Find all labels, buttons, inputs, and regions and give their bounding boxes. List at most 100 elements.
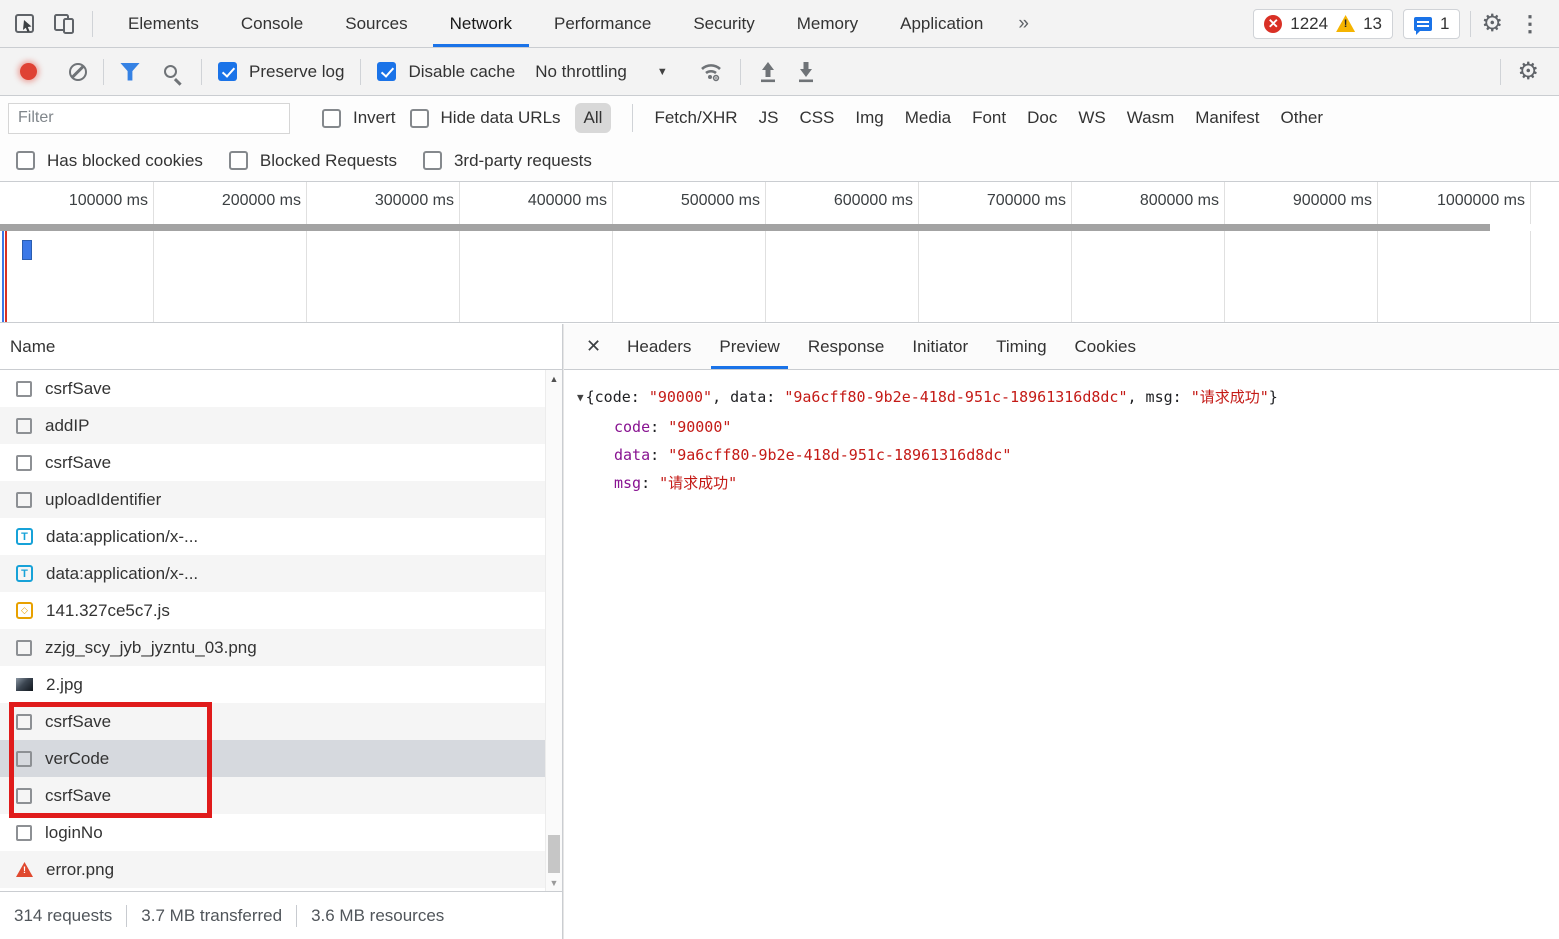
timeline-ruler[interactable]: 100000 ms200000 ms300000 ms400000 ms5000…	[0, 182, 1559, 224]
ruler-tick: 600000 ms	[765, 182, 918, 224]
type-filter-other[interactable]: Other	[1281, 108, 1324, 128]
request-row-loginno[interactable]: loginNo	[0, 814, 545, 851]
type-filter-wasm[interactable]: Wasm	[1127, 108, 1175, 128]
disable-cache-checkbox[interactable]	[377, 62, 396, 81]
ruler-tick: 900000 ms	[1224, 182, 1377, 224]
request-row-data-application-x[interactable]: Tdata:application/x-...	[0, 518, 545, 555]
tab-elements[interactable]: Elements	[107, 0, 220, 47]
record-button[interactable]	[20, 63, 37, 80]
detail-tab-initiator[interactable]: Initiator	[898, 324, 982, 369]
detail-tab-response[interactable]: Response	[794, 324, 899, 369]
kebab-menu-icon[interactable]: ⋮	[1513, 11, 1547, 37]
tab-application[interactable]: Application	[879, 0, 1004, 47]
throttling-select[interactable]: No throttling ▼	[535, 62, 668, 82]
has-blocked-cookies-checkbox[interactable]	[16, 151, 35, 170]
export-har-icon[interactable]	[795, 59, 817, 85]
invert-option[interactable]: Invert	[322, 108, 396, 128]
request-row-zzjg-scy-jyb-jyzntu-03-png[interactable]: zzjg_scy_jyb_jyzntu_03.png	[0, 629, 545, 666]
detail-tab-cookies[interactable]: Cookies	[1061, 324, 1150, 369]
json-property-line[interactable]: msg: "请求成功"	[577, 469, 1559, 497]
type-filter-fetch-xhr[interactable]: Fetch/XHR	[654, 108, 737, 128]
disable-cache-option[interactable]: Disable cache	[377, 62, 515, 82]
tab-memory[interactable]: Memory	[776, 0, 879, 47]
type-filter-doc[interactable]: Doc	[1027, 108, 1057, 128]
tab-console[interactable]: Console	[220, 0, 324, 47]
ruler-tick-label: 600000 ms	[834, 192, 913, 210]
json-property-line[interactable]: code: "90000"	[577, 413, 1559, 441]
network-conditions-icon[interactable]	[698, 60, 724, 84]
third-party-requests-checkbox[interactable]	[423, 151, 442, 170]
type-filter-img[interactable]: Img	[855, 108, 883, 128]
timeline-hscrollbar[interactable]	[0, 224, 1559, 231]
request-row-addip[interactable]: addIP	[0, 407, 545, 444]
tab-security[interactable]: Security	[672, 0, 775, 47]
hide-data-urls-checkbox[interactable]	[410, 109, 429, 128]
type-filter-js[interactable]: JS	[759, 108, 779, 128]
tab-network[interactable]: Network	[429, 0, 533, 47]
hscrollbar-thumb[interactable]	[0, 224, 1490, 231]
search-icon[interactable]	[164, 65, 177, 78]
request-row-vercode[interactable]: verCode	[0, 740, 545, 777]
name-column-header[interactable]: Name	[0, 324, 562, 370]
third-party-requests-option[interactable]: 3rd-party requests	[423, 151, 592, 171]
type-filter-media[interactable]: Media	[905, 108, 951, 128]
has-blocked-cookies-option[interactable]: Has blocked cookies	[16, 151, 203, 171]
invert-checkbox[interactable]	[322, 109, 341, 128]
overview-gridline	[612, 231, 613, 322]
request-name: error.png	[46, 860, 114, 880]
close-icon[interactable]: ✕	[574, 324, 613, 369]
settings-gear-icon[interactable]: ⚙	[1481, 12, 1503, 36]
hide-data-urls-option[interactable]: Hide data URLs	[410, 108, 561, 128]
network-settings-gear-icon[interactable]: ⚙	[1517, 60, 1539, 84]
type-filter-css[interactable]: CSS	[799, 108, 834, 128]
request-row-csrfsave[interactable]: csrfSave	[0, 444, 545, 481]
plain-file-icon	[16, 714, 32, 730]
timeline-overview[interactable]	[0, 231, 1559, 323]
request-row-error-png[interactable]: error.png	[0, 851, 545, 888]
request-row-141-327ce5c7-js[interactable]: ◇141.327ce5c7.js	[0, 592, 545, 629]
scroll-up-icon[interactable]: ▲	[546, 374, 562, 384]
type-filter-all[interactable]: All	[575, 103, 612, 133]
json-property-line[interactable]: data: "9a6cff80-9b2e-418d-951c-18961316d…	[577, 441, 1559, 469]
request-row-data-application-x[interactable]: Tdata:application/x-...	[0, 555, 545, 592]
import-har-icon[interactable]	[757, 59, 779, 85]
request-row-csrfsave[interactable]: csrfSave	[0, 370, 545, 407]
type-filter-manifest[interactable]: Manifest	[1195, 108, 1259, 128]
filter-funnel-icon[interactable]	[120, 63, 140, 81]
inspect-element-icon[interactable]	[14, 12, 38, 36]
device-toolbar-icon[interactable]	[52, 12, 78, 36]
type-filter-font[interactable]: Font	[972, 108, 1006, 128]
plain-file-icon	[16, 492, 32, 508]
overview-gridline	[1377, 231, 1378, 322]
preserve-log-option[interactable]: Preserve log	[218, 62, 344, 82]
ruler-tick-label: 700000 ms	[987, 192, 1066, 210]
json-token: ,	[712, 388, 730, 406]
json-summary-line[interactable]: ▼{code: "90000", data: "9a6cff80-9b2e-41…	[577, 383, 1559, 413]
chevron-down-icon: ▼	[657, 66, 668, 78]
request-row-csrfsave[interactable]: csrfSave	[0, 777, 545, 814]
type-filter-ws[interactable]: WS	[1078, 108, 1105, 128]
blocked-requests-option[interactable]: Blocked Requests	[229, 151, 397, 171]
detail-tab-preview[interactable]: Preview	[705, 324, 793, 369]
more-tabs-icon[interactable]: »	[1004, 13, 1043, 35]
plain-file-icon	[16, 455, 32, 471]
detail-tab-timing[interactable]: Timing	[982, 324, 1060, 369]
tab-sources[interactable]: Sources	[324, 0, 428, 47]
scrollbar-thumb[interactable]	[548, 835, 560, 873]
console-issues-badge[interactable]: ✕ 1224 13	[1253, 9, 1393, 39]
preserve-log-checkbox[interactable]	[218, 62, 237, 81]
blocked-requests-label: Blocked Requests	[260, 151, 397, 171]
request-row-uploadidentifier[interactable]: uploadIdentifier	[0, 481, 545, 518]
request-row-2-jpg[interactable]: 2.jpg	[0, 666, 545, 703]
plain-file-icon	[16, 418, 32, 434]
issues-message-badge[interactable]: 1	[1403, 9, 1460, 39]
overview-gridline	[153, 231, 154, 322]
blocked-requests-checkbox[interactable]	[229, 151, 248, 170]
tab-performance[interactable]: Performance	[533, 0, 672, 47]
request-row-csrfsave[interactable]: csrfSave	[0, 703, 545, 740]
request-list-scrollbar[interactable]: ▲ ▼	[545, 370, 562, 891]
detail-tab-headers[interactable]: Headers	[613, 324, 705, 369]
filter-input[interactable]	[8, 103, 290, 134]
clear-network-log-icon[interactable]	[69, 63, 87, 81]
scroll-down-icon[interactable]: ▼	[546, 878, 562, 888]
